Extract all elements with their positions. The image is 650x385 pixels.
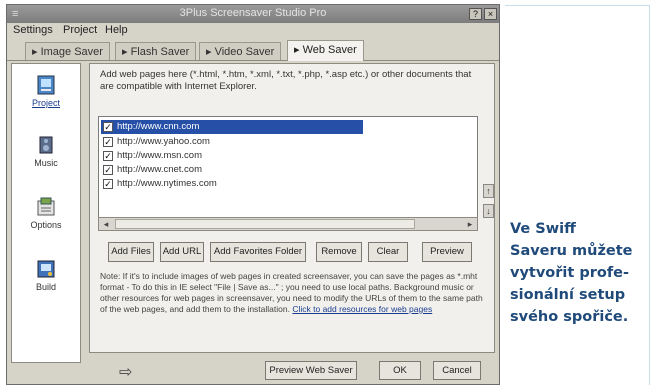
window-title: 3Plus Screensaver Studio Pro [179,7,327,19]
url-text: http://www.yahoo.com [117,136,210,147]
preview-web-saver-button[interactable]: Preview Web Saver [265,361,357,380]
list-item[interactable]: ✓ http://www.nytimes.com [101,177,471,191]
cancel-button[interactable]: Cancel [433,361,481,380]
horizontal-scrollbar[interactable]: ◂ ▸ [98,217,478,231]
frame-top-line [505,5,650,6]
help-button[interactable]: ? [469,8,482,20]
sidebar-label-options: Options [30,220,62,230]
caption-line: svého spořiče. [510,309,629,325]
tab-video-saver[interactable]: ▸ Video Saver [199,42,282,60]
url-text: http://www.cnn.com [117,121,200,132]
sidebar-item-music[interactable]: Music [12,134,80,168]
sidebar-item-build[interactable]: Build [12,258,80,292]
add-files-button[interactable]: Add Files [108,242,154,262]
scroll-thumb[interactable] [115,219,415,229]
checkbox[interactable]: ✓ [103,179,113,189]
url-text: http://www.msn.com [117,150,202,161]
menu-help[interactable]: Help [105,24,128,36]
caption-line: Ve Swiff [510,221,576,237]
sidebar-label-music: Music [34,158,58,168]
menu-bar: Settings Project Help [7,23,499,39]
project-icon [37,75,55,95]
sidebar-label-build: Build [35,282,56,292]
music-icon [39,136,53,154]
move-up-button[interactable]: ↑ [483,184,494,198]
add-favorites-folder-button[interactable]: Add Favorites Folder [210,242,306,262]
list-action-buttons: Add Files Add URL Add Favorites Folder R… [98,242,493,262]
magazine-caption: Ve Swiff Saveru můžete vytvořit profe- s… [510,218,645,328]
scroll-left-icon[interactable]: ◂ [99,218,113,230]
tab-flash-saver[interactable]: ▸ Flash Saver [115,42,197,60]
tab-web-saver[interactable]: ▸ Web Saver [287,40,364,61]
list-item[interactable]: ✓ http://www.cnn.com [101,120,363,134]
caption-line: vytvořit profe- [510,265,630,281]
web-saver-panel: Add web pages here (*.html, *.htm, *.xml… [89,63,495,353]
clear-button[interactable]: Clear [368,242,408,262]
url-text: http://www.cnet.com [117,164,203,175]
tab-strip: ▸ Image Saver ▸ Flash Saver ▸ Video Save… [7,39,499,61]
title-bar[interactable]: ≡ 3Plus Screensaver Studio Pro ? × [7,5,499,23]
sidebar-item-project[interactable]: Project [12,74,80,108]
sidebar-label-project: Project [31,98,60,108]
scroll-right-icon[interactable]: ▸ [463,218,477,230]
note-text: Note: If it's to include images of web p… [100,271,485,315]
bottom-bar: ⇨ Preview Web Saver OK Cancel [89,357,495,383]
checkbox[interactable]: ✓ [103,151,113,161]
sidebar-item-options[interactable]: Options [12,196,80,230]
preview-button[interactable]: Preview [422,242,472,262]
options-icon [37,197,55,216]
arrow-right-icon: ⇨ [119,364,133,381]
add-url-button[interactable]: Add URL [160,242,204,262]
app-window: ≡ 3Plus Screensaver Studio Pro ? × Setti… [6,4,500,385]
close-button[interactable]: × [484,8,497,20]
menu-settings[interactable]: Settings [13,24,53,36]
checkbox[interactable]: ✓ [103,122,113,132]
url-list[interactable]: ✓ http://www.cnn.com ✓ http://www.yahoo.… [98,116,478,231]
checkbox[interactable]: ✓ [103,137,113,147]
panel-description: Add web pages here (*.html, *.htm, *.xml… [100,69,472,92]
list-item[interactable]: ✓ http://www.yahoo.com [101,135,471,149]
list-item[interactable]: ✓ http://www.cnet.com [101,163,471,177]
add-resources-link[interactable]: Click to add resources for web pages [292,304,432,314]
checkbox[interactable]: ✓ [103,165,113,175]
url-text: http://www.nytimes.com [117,178,217,189]
build-icon [37,260,55,278]
caption-line: sionální setup [510,287,626,303]
ok-button[interactable]: OK [379,361,421,380]
menu-project[interactable]: Project [63,24,97,36]
list-item[interactable]: ✓ http://www.msn.com [101,149,471,163]
move-down-button[interactable]: ↓ [483,204,494,218]
tab-image-saver[interactable]: ▸ Image Saver [25,42,110,60]
remove-button[interactable]: Remove [316,242,362,262]
sidebar: Project Music Options Build [11,63,81,363]
caption-line: Saveru můžete [510,243,633,259]
